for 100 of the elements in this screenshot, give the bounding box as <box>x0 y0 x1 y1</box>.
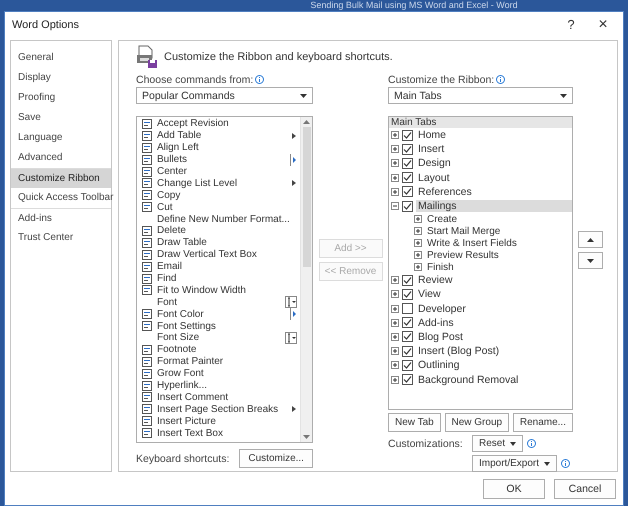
command-item[interactable]: Add Table <box>137 130 300 142</box>
scroll-down-icon[interactable] <box>303 435 310 439</box>
ribbon-group-item[interactable]: Preview Results <box>425 250 572 261</box>
command-item[interactable]: Delete <box>137 225 300 237</box>
expand-icon[interactable] <box>414 215 422 224</box>
scrollbar[interactable] <box>300 117 312 442</box>
ribbon-group-item[interactable]: Create <box>425 214 572 225</box>
dialog-button[interactable]: OK <box>483 478 545 498</box>
checkbox[interactable] <box>402 186 413 198</box>
tree-action-button[interactable]: Rename... <box>512 413 573 432</box>
sidebar-item[interactable]: Save <box>11 108 111 128</box>
sidebar-item[interactable]: General <box>11 48 111 68</box>
close-button[interactable]: × <box>587 12 619 36</box>
command-item[interactable]: Define New Number Format... <box>137 213 300 226</box>
expand-icon[interactable] <box>414 227 422 236</box>
import-export-button[interactable]: Import/Export <box>472 455 558 472</box>
expand-icon[interactable] <box>391 276 399 284</box>
ribbon-tab-item[interactable]: Mailings <box>416 200 572 212</box>
checkbox[interactable] <box>402 274 413 286</box>
ribbon-tab-item[interactable]: Design <box>416 157 572 170</box>
ribbon-tab-item[interactable]: Add-ins <box>416 316 572 329</box>
ribbon-tab-item[interactable]: View <box>416 288 572 300</box>
command-item[interactable]: Align Left <box>137 142 300 154</box>
ribbon-tab-item[interactable]: Layout <box>416 172 572 184</box>
expand-icon[interactable] <box>391 145 399 154</box>
scroll-up-icon[interactable] <box>303 120 310 124</box>
command-item[interactable]: Insert Page Section Breaks <box>137 403 300 416</box>
customize-button[interactable]: Customize... <box>239 449 313 468</box>
move-up-button[interactable] <box>578 231 603 248</box>
command-item[interactable]: Font Settings <box>137 320 300 332</box>
command-item[interactable]: Fit to Window Width <box>137 284 300 296</box>
command-item[interactable]: Find <box>137 272 300 284</box>
command-item[interactable]: Cut <box>137 201 300 214</box>
sidebar-item[interactable]: Trust Center <box>11 228 111 248</box>
command-item[interactable]: Change List Level <box>137 177 300 190</box>
checkbox[interactable] <box>402 331 413 342</box>
command-item[interactable]: Hyperlink... <box>137 380 300 392</box>
ribbon-tab-item[interactable]: Developer <box>416 302 572 315</box>
expand-icon[interactable] <box>391 332 399 341</box>
checkbox[interactable] <box>402 200 413 212</box>
command-item[interactable]: Insert Picture <box>137 415 300 428</box>
checkbox[interactable] <box>402 317 413 328</box>
command-item[interactable]: Copy <box>137 189 300 202</box>
ribbon-tab-item[interactable]: References <box>416 186 572 198</box>
move-down-button[interactable] <box>578 252 603 269</box>
sidebar-item[interactable]: Advanced <box>11 148 111 168</box>
expand-icon[interactable] <box>391 318 399 327</box>
ribbon-group-item[interactable]: Start Mail Merge <box>425 226 572 237</box>
expand-icon[interactable] <box>414 263 422 272</box>
expand-icon[interactable] <box>391 159 399 168</box>
ribbon-tab-item[interactable]: Home <box>416 129 572 142</box>
checkbox[interactable] <box>402 130 413 141</box>
command-item[interactable]: Font Size <box>137 332 300 344</box>
expand-icon[interactable] <box>391 361 399 370</box>
expand-icon[interactable] <box>414 239 422 248</box>
command-item[interactable]: Center <box>137 166 300 178</box>
help-button[interactable]: ? <box>555 12 587 36</box>
ribbon-group-item[interactable]: Write & Insert Fields <box>425 238 572 249</box>
sidebar-item[interactable]: Proofing <box>11 88 111 108</box>
command-item[interactable]: Insert Text Box <box>137 427 300 440</box>
ribbon-dropdown[interactable]: Main Tabs <box>388 87 573 104</box>
sidebar-item[interactable]: Language <box>11 128 111 148</box>
tree-action-button[interactable]: New Tab <box>388 413 441 432</box>
checkbox[interactable] <box>402 360 413 371</box>
command-item[interactable]: Draw Vertical Text Box <box>137 248 300 261</box>
expand-icon[interactable] <box>391 376 399 384</box>
sidebar-item[interactable]: Customize Ribbon <box>11 168 111 188</box>
command-item[interactable]: Draw Table <box>137 236 300 249</box>
command-item[interactable]: Email <box>137 260 300 273</box>
commands-dropdown[interactable]: Popular Commands <box>136 87 313 104</box>
command-item[interactable]: Format Painter <box>137 356 300 368</box>
checkbox[interactable] <box>402 346 413 357</box>
dialog-button[interactable]: Cancel <box>554 478 616 498</box>
ribbon-tab-item[interactable]: Review <box>416 274 572 286</box>
expand-icon[interactable] <box>391 347 399 356</box>
ribbon-tab-item[interactable]: Insert (Blog Post) <box>416 345 572 358</box>
expand-icon[interactable] <box>414 251 422 260</box>
reset-button[interactable]: Reset <box>472 435 524 452</box>
command-item[interactable]: Font Color <box>137 308 300 320</box>
checkbox[interactable] <box>402 144 413 155</box>
checkbox[interactable] <box>402 374 413 386</box>
ribbon-group-item[interactable]: Finish <box>425 262 572 273</box>
sidebar-item[interactable]: Quick Access Toolbar <box>11 188 111 208</box>
ribbon-tab-item[interactable]: Blog Post <box>416 330 572 343</box>
sidebar-item[interactable]: Display <box>11 68 111 88</box>
command-item[interactable]: Footnote <box>137 344 300 356</box>
expand-icon[interactable] <box>391 174 399 182</box>
ribbon-tab-item[interactable]: Outlining <box>416 359 572 372</box>
ribbon-tab-item[interactable]: Insert <box>416 143 572 156</box>
checkbox[interactable] <box>402 288 413 300</box>
expand-icon[interactable] <box>391 290 399 298</box>
checkbox[interactable] <box>402 303 413 314</box>
collapse-icon[interactable] <box>391 202 399 210</box>
checkbox[interactable] <box>402 172 413 184</box>
command-item[interactable]: Bullets <box>137 154 300 166</box>
command-item[interactable]: Grow Font <box>137 368 300 380</box>
sidebar-item[interactable]: Add-ins <box>11 208 111 228</box>
expand-icon[interactable] <box>391 304 399 313</box>
checkbox[interactable] <box>402 158 413 169</box>
command-item[interactable]: Font <box>137 296 300 308</box>
